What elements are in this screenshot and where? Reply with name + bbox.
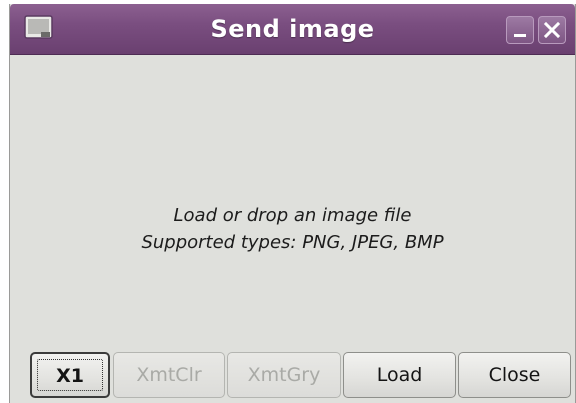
xmtgry-button-label: XmtGry [247,364,321,386]
x1-button[interactable]: X1 [30,352,110,398]
minimize-icon [514,34,526,37]
drop-area[interactable]: Load or drop an image file Supported typ… [10,55,575,403]
window-app-icon[interactable] [24,15,54,41]
drop-instructions-line-1: Load or drop an image file [173,205,412,226]
minimize-button[interactable] [506,16,534,44]
send-image-window: Send image Load or drop an image file Su… [9,4,576,403]
drop-instructions: Load or drop an image file Supported typ… [10,202,575,256]
close-icon [543,21,561,39]
window-title: Send image [210,15,375,43]
close-button[interactable]: Close [458,352,571,398]
xmtclr-button-label: XmtClr [136,364,202,386]
close-window-button[interactable] [538,16,566,44]
x1-button-label: X1 [56,365,84,387]
close-button-label: Close [488,364,541,386]
drop-instructions-line-2: Supported types: PNG, JPEG, BMP [141,232,444,253]
xmtgry-button[interactable]: XmtGry [227,352,341,398]
title-bar[interactable]: Send image [10,4,575,55]
load-button-label: Load [376,364,423,386]
xmtclr-button[interactable]: XmtClr [113,352,225,398]
load-button[interactable]: Load [343,352,456,398]
